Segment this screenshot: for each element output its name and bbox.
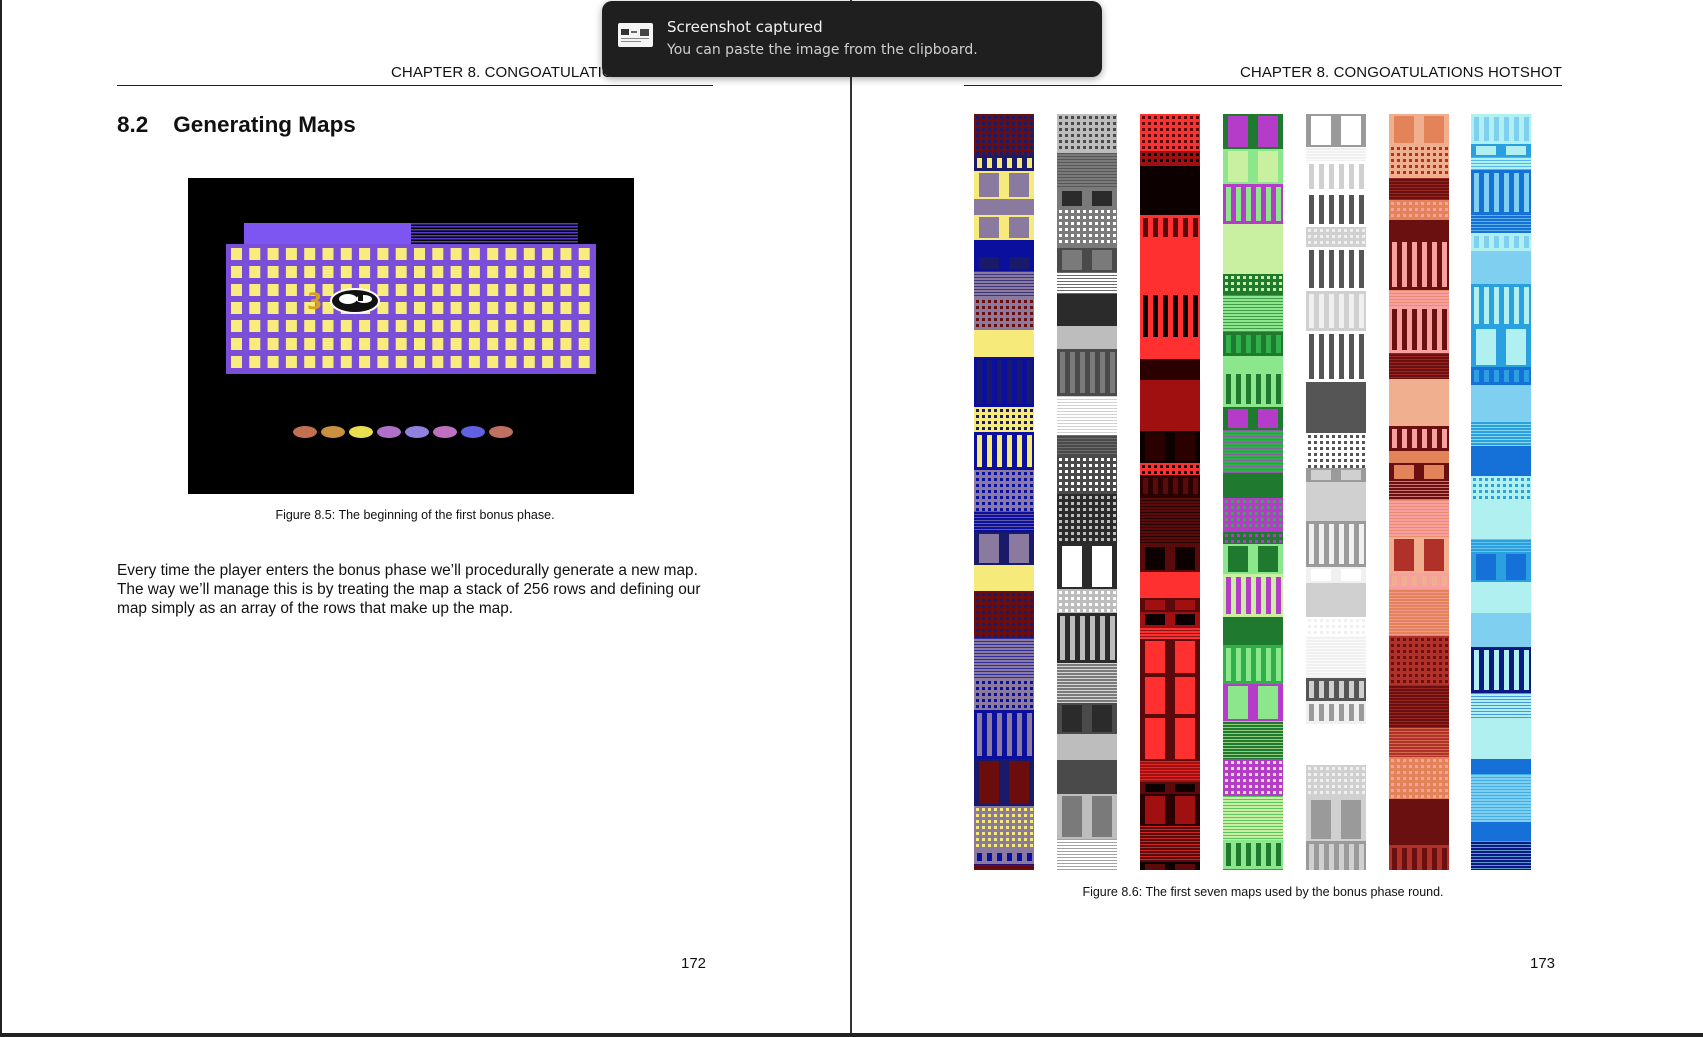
life-icon	[349, 426, 373, 438]
life-icon	[293, 426, 317, 438]
notification-body: You can paste the image from the clipboa…	[667, 42, 978, 58]
header-rule	[117, 85, 713, 86]
page-spine	[850, 0, 852, 1033]
page-173: CHAPTER 8. CONGOATULATIONS HOTSHOT Figur…	[854, 0, 1702, 1033]
map-1-strip	[974, 114, 1034, 870]
pdf-viewer: CHAPTER 8. CONGOATULATIONS HOTSHOT 8.2 G…	[0, 0, 1703, 1037]
notification-title: Screenshot captured	[667, 18, 823, 36]
map-5-strip	[1306, 114, 1366, 870]
figure-bonus-phase: 3	[188, 178, 634, 494]
window-bottom-edge	[0, 1033, 1703, 1037]
map-7-strip	[1471, 114, 1531, 870]
section-title: 8.2 Generating Maps	[117, 112, 356, 137]
screenshot-thumbnail-icon	[618, 23, 653, 47]
life-icon	[405, 426, 429, 438]
page-172: CHAPTER 8. CONGOATULATIONS HOTSHOT 8.2 G…	[4, 0, 848, 1033]
page-number: 173	[1530, 955, 1556, 972]
life-icon	[433, 426, 457, 438]
header-rule	[964, 85, 1562, 86]
map-6-strip	[1389, 114, 1449, 870]
figure-caption: Figure 8.5: The beginning of the first b…	[275, 508, 555, 522]
building-grid	[226, 244, 596, 374]
window-edge	[0, 0, 2, 1037]
score-digit: 3	[307, 290, 322, 315]
life-icon	[461, 426, 485, 438]
goat-sprite	[330, 288, 380, 314]
map-4-strip	[1223, 114, 1283, 870]
life-icon	[377, 426, 401, 438]
screenshot-notification[interactable]: Screenshot captured You can paste the im…	[602, 1, 1102, 77]
page-number: 172	[681, 955, 707, 972]
life-icon	[489, 426, 513, 438]
life-icon	[321, 426, 345, 438]
body-paragraph: Every time the player enters the bonus p…	[117, 561, 713, 618]
map-2-strip	[1057, 114, 1117, 870]
figure-caption: Figure 8.6: The first seven maps used by…	[1082, 885, 1444, 899]
map-3-strip	[1140, 114, 1200, 870]
paragraph-text: Every time the player enters the bonus p…	[117, 562, 701, 617]
game-screenshot: 3	[188, 178, 634, 494]
map-strips-figure	[974, 114, 1546, 870]
